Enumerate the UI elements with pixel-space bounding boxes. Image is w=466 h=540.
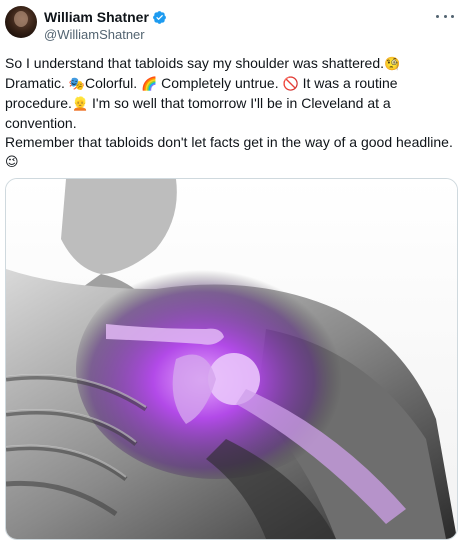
tweet-text-segment: Remember that tabloids don't let facts g… <box>5 134 453 150</box>
author-handle[interactable]: @WilliamShatner <box>44 27 145 42</box>
prohibited-emoji-icon: 🚫 <box>282 77 299 92</box>
tweet-card: William Shatner @WilliamShatner So I und… <box>0 0 466 540</box>
tweet-text: So I understand that tabloids say my sho… <box>5 54 460 172</box>
author-avatar[interactable] <box>5 6 37 38</box>
tweet-paragraph-1: So I understand that tabloids say my sho… <box>5 54 460 74</box>
more-options-icon[interactable] <box>436 10 454 22</box>
tweet-paragraph-2: Dramatic. 🎭Colorful. 🌈 Completely untrue… <box>5 74 460 133</box>
tweet-text-segment: Completely untrue. <box>157 75 283 91</box>
tweet-text-segment: Colorful. <box>84 75 142 91</box>
tweet-media-image[interactable] <box>5 178 458 540</box>
shoulder-xray-illustration <box>6 179 457 539</box>
winking-face-emoji-icon: 😉 <box>5 155 19 170</box>
tweet-paragraph-4: 😉 <box>5 152 460 172</box>
tweet-paragraph-3: Remember that tabloids don't let facts g… <box>5 133 460 152</box>
verified-badge-icon <box>152 10 167 25</box>
rainbow-emoji-icon: 🌈 <box>141 77 158 92</box>
tweet-text-segment: So I understand that tabloids say my sho… <box>5 55 384 71</box>
tweet-text-segment: Dramatic. <box>5 75 69 91</box>
author-name-row: William Shatner <box>44 8 167 26</box>
person-blond-emoji-icon: 👱 <box>71 97 89 112</box>
theater-masks-emoji-icon: 🎭 <box>68 77 85 92</box>
author-display-name[interactable]: William Shatner <box>44 9 149 25</box>
monocle-face-emoji-icon: 🧐 <box>384 57 401 72</box>
